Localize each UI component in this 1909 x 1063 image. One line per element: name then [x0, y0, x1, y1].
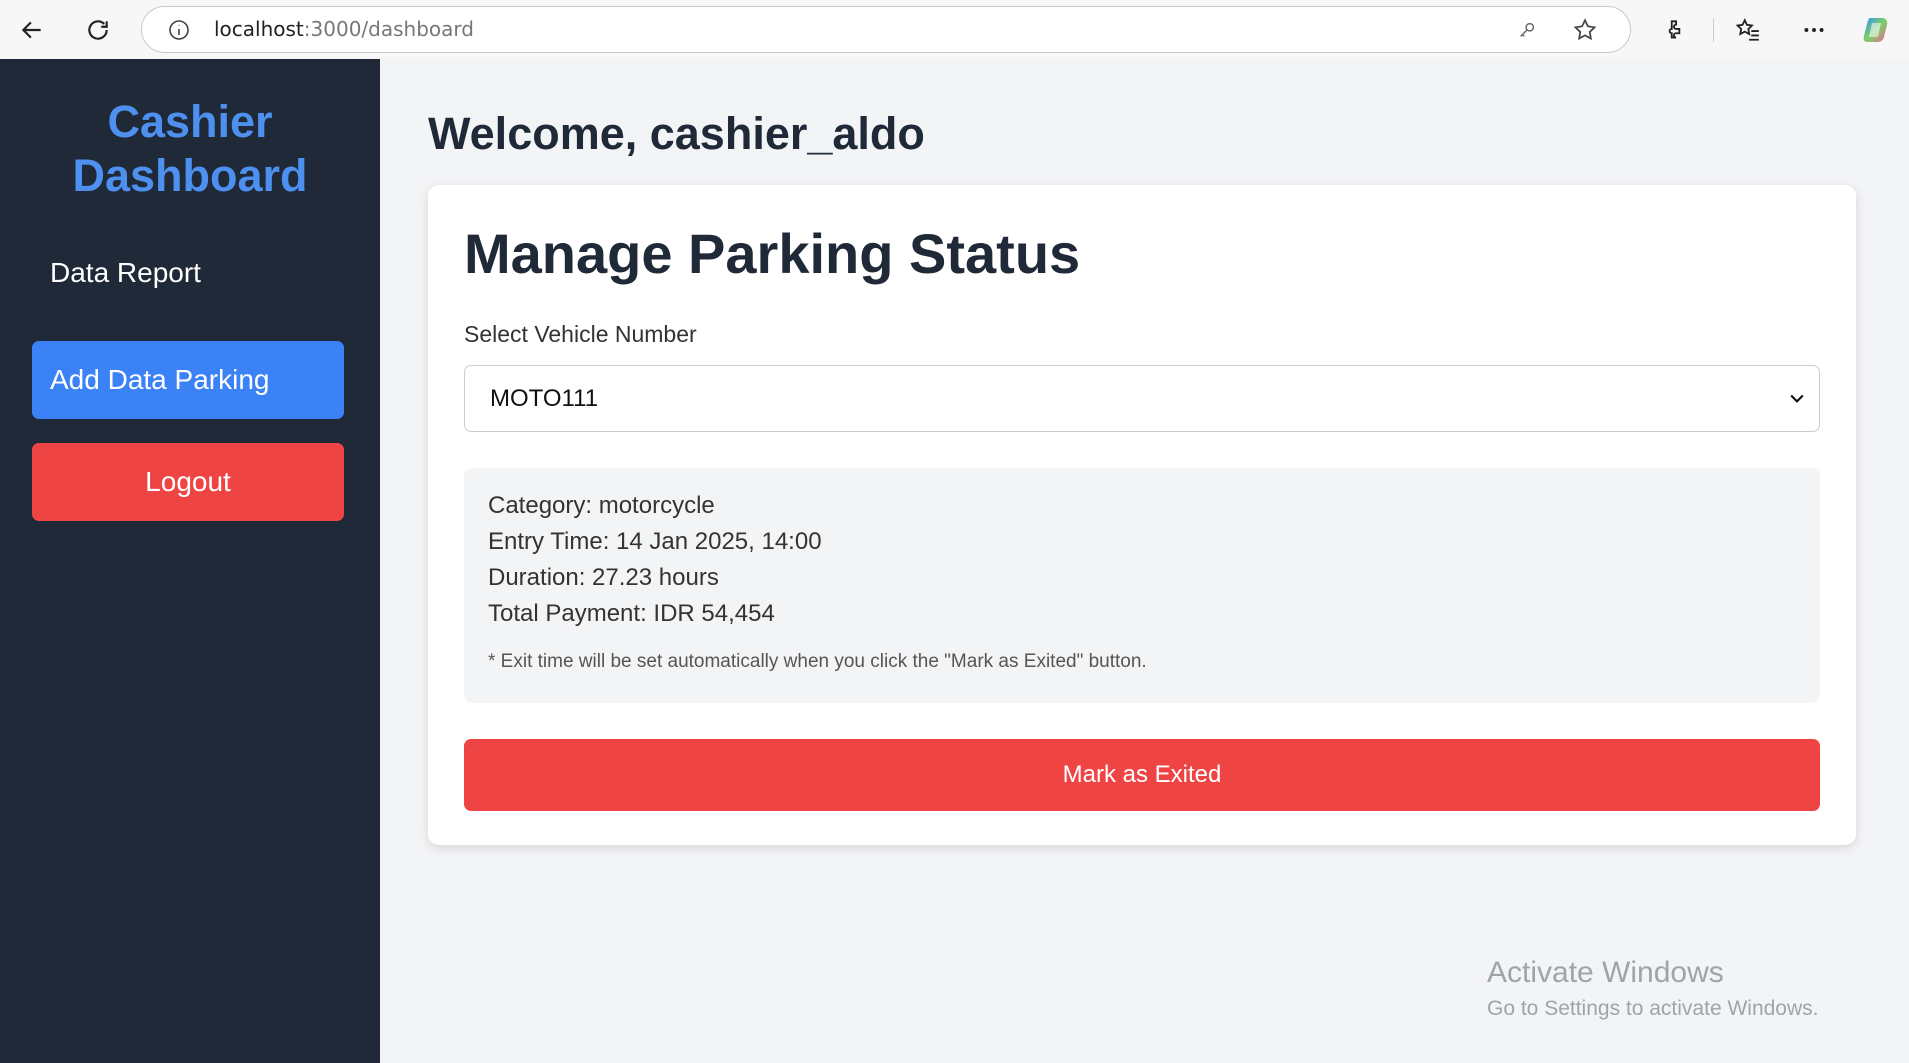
selected-vehicle-value: MOTO111	[490, 385, 599, 412]
category-text: Category: motorcycle	[488, 492, 715, 519]
exit-time-note: * Exit time will be set automatically wh…	[488, 651, 1147, 672]
total-payment-text: Total Payment: IDR 54,454	[488, 600, 775, 627]
entry-time-text: Entry Time: 14 Jan 2025, 14:00	[488, 528, 822, 555]
back-arrow-icon[interactable]	[12, 10, 52, 50]
logout-button[interactable]: Logout	[32, 443, 344, 521]
reload-icon[interactable]	[78, 10, 118, 50]
vehicle-select-label: Select Vehicle Number	[464, 321, 697, 347]
extensions-icon[interactable]	[1655, 10, 1695, 50]
favorites-icon[interactable]	[1728, 10, 1768, 50]
chevron-down-icon	[1787, 388, 1807, 408]
activate-windows-subtitle: Go to Settings to activate Windows.	[1487, 997, 1819, 1020]
manage-parking-card: Manage Parking Status Select Vehicle Num…	[428, 185, 1856, 845]
welcome-heading: Welcome, cashier_aldo	[428, 108, 925, 159]
duration-text: Duration: 27.23 hours	[488, 564, 719, 591]
more-icon[interactable]	[1794, 10, 1834, 50]
info-icon[interactable]	[162, 13, 196, 47]
address-bar[interactable]: localhost:3000/dashboard	[141, 6, 1631, 53]
sidebar: Cashier Dashboard Data Report Add Data P…	[0, 59, 380, 1063]
toolbar-separator	[1713, 18, 1714, 42]
add-data-parking-button[interactable]: Add Data Parking	[32, 341, 344, 419]
parking-info-box: Category: motorcycle Entry Time: 14 Jan …	[464, 468, 1820, 703]
key-icon[interactable]	[1510, 13, 1544, 47]
card-title: Manage Parking Status	[464, 222, 1081, 285]
url-text: localhost:3000/dashboard	[214, 17, 474, 41]
copilot-icon[interactable]	[1856, 10, 1896, 50]
star-icon[interactable]	[1568, 13, 1602, 47]
sidebar-title: Cashier Dashboard	[72, 96, 308, 201]
vehicle-number-select[interactable]: MOTO111	[464, 365, 1820, 432]
activate-windows-title: Activate Windows	[1487, 956, 1724, 989]
sidebar-item-data-report[interactable]: Data Report	[50, 257, 201, 289]
mark-as-exited-button[interactable]: Mark as Exited	[464, 739, 1820, 811]
browser-toolbar: localhost:3000/dashboard	[0, 0, 1909, 59]
